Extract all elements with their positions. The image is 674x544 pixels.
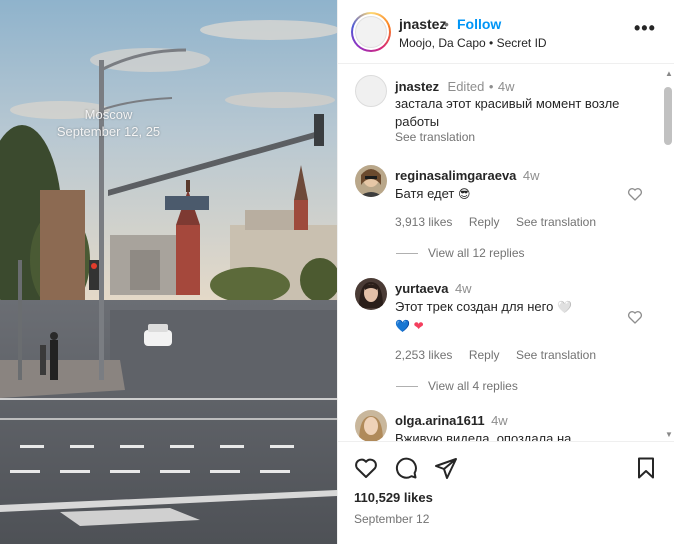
overlay-city-text: Moscow (84, 107, 133, 122)
caption-meta: jnastez Edited • 4w (395, 78, 515, 96)
avatar[interactable] (355, 75, 387, 107)
post-actions-footer: 110,529 likes September 12 (338, 441, 674, 544)
blue-heart-icon: 💙 (395, 319, 410, 333)
scroll-up-arrow-icon[interactable]: ▲ (665, 69, 673, 78)
sunglasses-emoji-icon: 😎 (458, 187, 471, 201)
separator-dot: • (488, 79, 494, 94)
see-translation-button[interactable]: See translation (516, 215, 596, 229)
avatar[interactable] (355, 16, 387, 48)
scrollbar-thumb[interactable] (664, 87, 672, 145)
avatar[interactable] (355, 410, 387, 441)
comment-time[interactable]: 4w (523, 168, 540, 183)
like-comment-heart-icon[interactable] (627, 309, 643, 325)
divider-line (396, 253, 418, 255)
street-photo (0, 0, 337, 544)
like-heart-icon[interactable] (354, 456, 378, 480)
comment-username[interactable]: reginasalimgaraeva (395, 168, 516, 183)
author-username[interactable]: jnastez (399, 16, 446, 32)
post-likes-count[interactable]: 110,529 likes (354, 490, 433, 505)
comment-text: Этот трек создан для него 🤍 (395, 298, 572, 316)
comment-text: Батя едет 😎 (395, 185, 471, 203)
more-horizontal-icon[interactable]: ••• (634, 19, 656, 37)
view-replies-label: View all 4 replies (428, 379, 518, 393)
comment-username[interactable]: yurtaeva (395, 281, 448, 296)
view-replies-label: View all 12 replies (428, 246, 525, 260)
comment-meta: yurtaeva 4w (395, 280, 472, 298)
avatar-photo (355, 165, 387, 197)
comments-list[interactable]: jnastez Edited • 4w застала этот красивы… (338, 65, 674, 441)
comment-actions: 2,253 likes Reply See translation (395, 346, 608, 364)
comment-likes[interactable]: 3,913 likes (395, 215, 452, 229)
avatar[interactable] (355, 278, 387, 310)
reply-button[interactable]: Reply (469, 215, 500, 229)
comments-scrollbar[interactable]: ▲ ▼ (663, 69, 673, 439)
comment-bubble-icon[interactable] (394, 456, 418, 480)
comment-text: Вживую видела, опоздала на (395, 431, 572, 441)
post-side-panel: jnastez • Follow Moojo, Da Capo • Secret… (337, 0, 674, 544)
follow-button[interactable]: Follow (457, 16, 501, 32)
avatar-photo (355, 278, 387, 310)
comment-likes[interactable]: 2,253 likes (395, 348, 452, 362)
comment-time[interactable]: 4w (455, 281, 472, 296)
share-paper-plane-icon[interactable] (434, 456, 458, 480)
post-media[interactable]: Moscow September 12, 25 (0, 0, 337, 544)
caption-username[interactable]: jnastez (395, 79, 439, 94)
see-translation-button[interactable]: See translation (516, 348, 596, 362)
comment-text-body: Этот трек создан для него (395, 299, 554, 314)
view-replies-button[interactable]: View all 12 replies (396, 246, 525, 260)
avatar[interactable] (355, 165, 387, 197)
comment-text-body: Батя едет (395, 186, 455, 201)
view-replies-button[interactable]: View all 4 replies (396, 379, 518, 393)
overlay-date-text: September 12, 25 (56, 124, 161, 139)
post-header: jnastez • Follow Moojo, Da Capo • Secret… (338, 0, 674, 64)
reply-button[interactable]: Reply (469, 348, 500, 362)
like-comment-heart-icon[interactable] (627, 186, 643, 202)
comment-text-emoji-line: 💙 ❤ (395, 317, 424, 335)
red-heart-icon: ❤ (413, 319, 424, 333)
post-date[interactable]: September 12 (354, 512, 429, 526)
scroll-down-arrow-icon[interactable]: ▼ (665, 430, 673, 439)
divider-line (396, 386, 418, 388)
caption-text-line1: застала этот красивый момент возле (395, 96, 620, 111)
lavender-heart-icon: 🤍 (556, 300, 572, 314)
comment-meta: reginasalimgaraeva 4w (395, 167, 539, 185)
caption-see-translation[interactable]: See translation (395, 130, 475, 144)
save-bookmark-icon[interactable] (634, 456, 658, 480)
caption-time[interactable]: 4w (498, 79, 515, 94)
comment-time[interactable]: 4w (491, 413, 508, 428)
comment-actions: 3,913 likes Reply See translation (395, 213, 608, 231)
audio-subtitle[interactable]: Moojo, Da Capo • Secret ID (399, 36, 547, 50)
separator-dot: • (444, 16, 449, 32)
comment-username[interactable]: olga.arina1611 (395, 413, 485, 428)
edited-label: Edited (447, 79, 485, 94)
comment-meta: olga.arina1611 4w (395, 412, 508, 430)
caption-text-line2: работы (395, 114, 440, 129)
avatar-photo (355, 410, 387, 441)
